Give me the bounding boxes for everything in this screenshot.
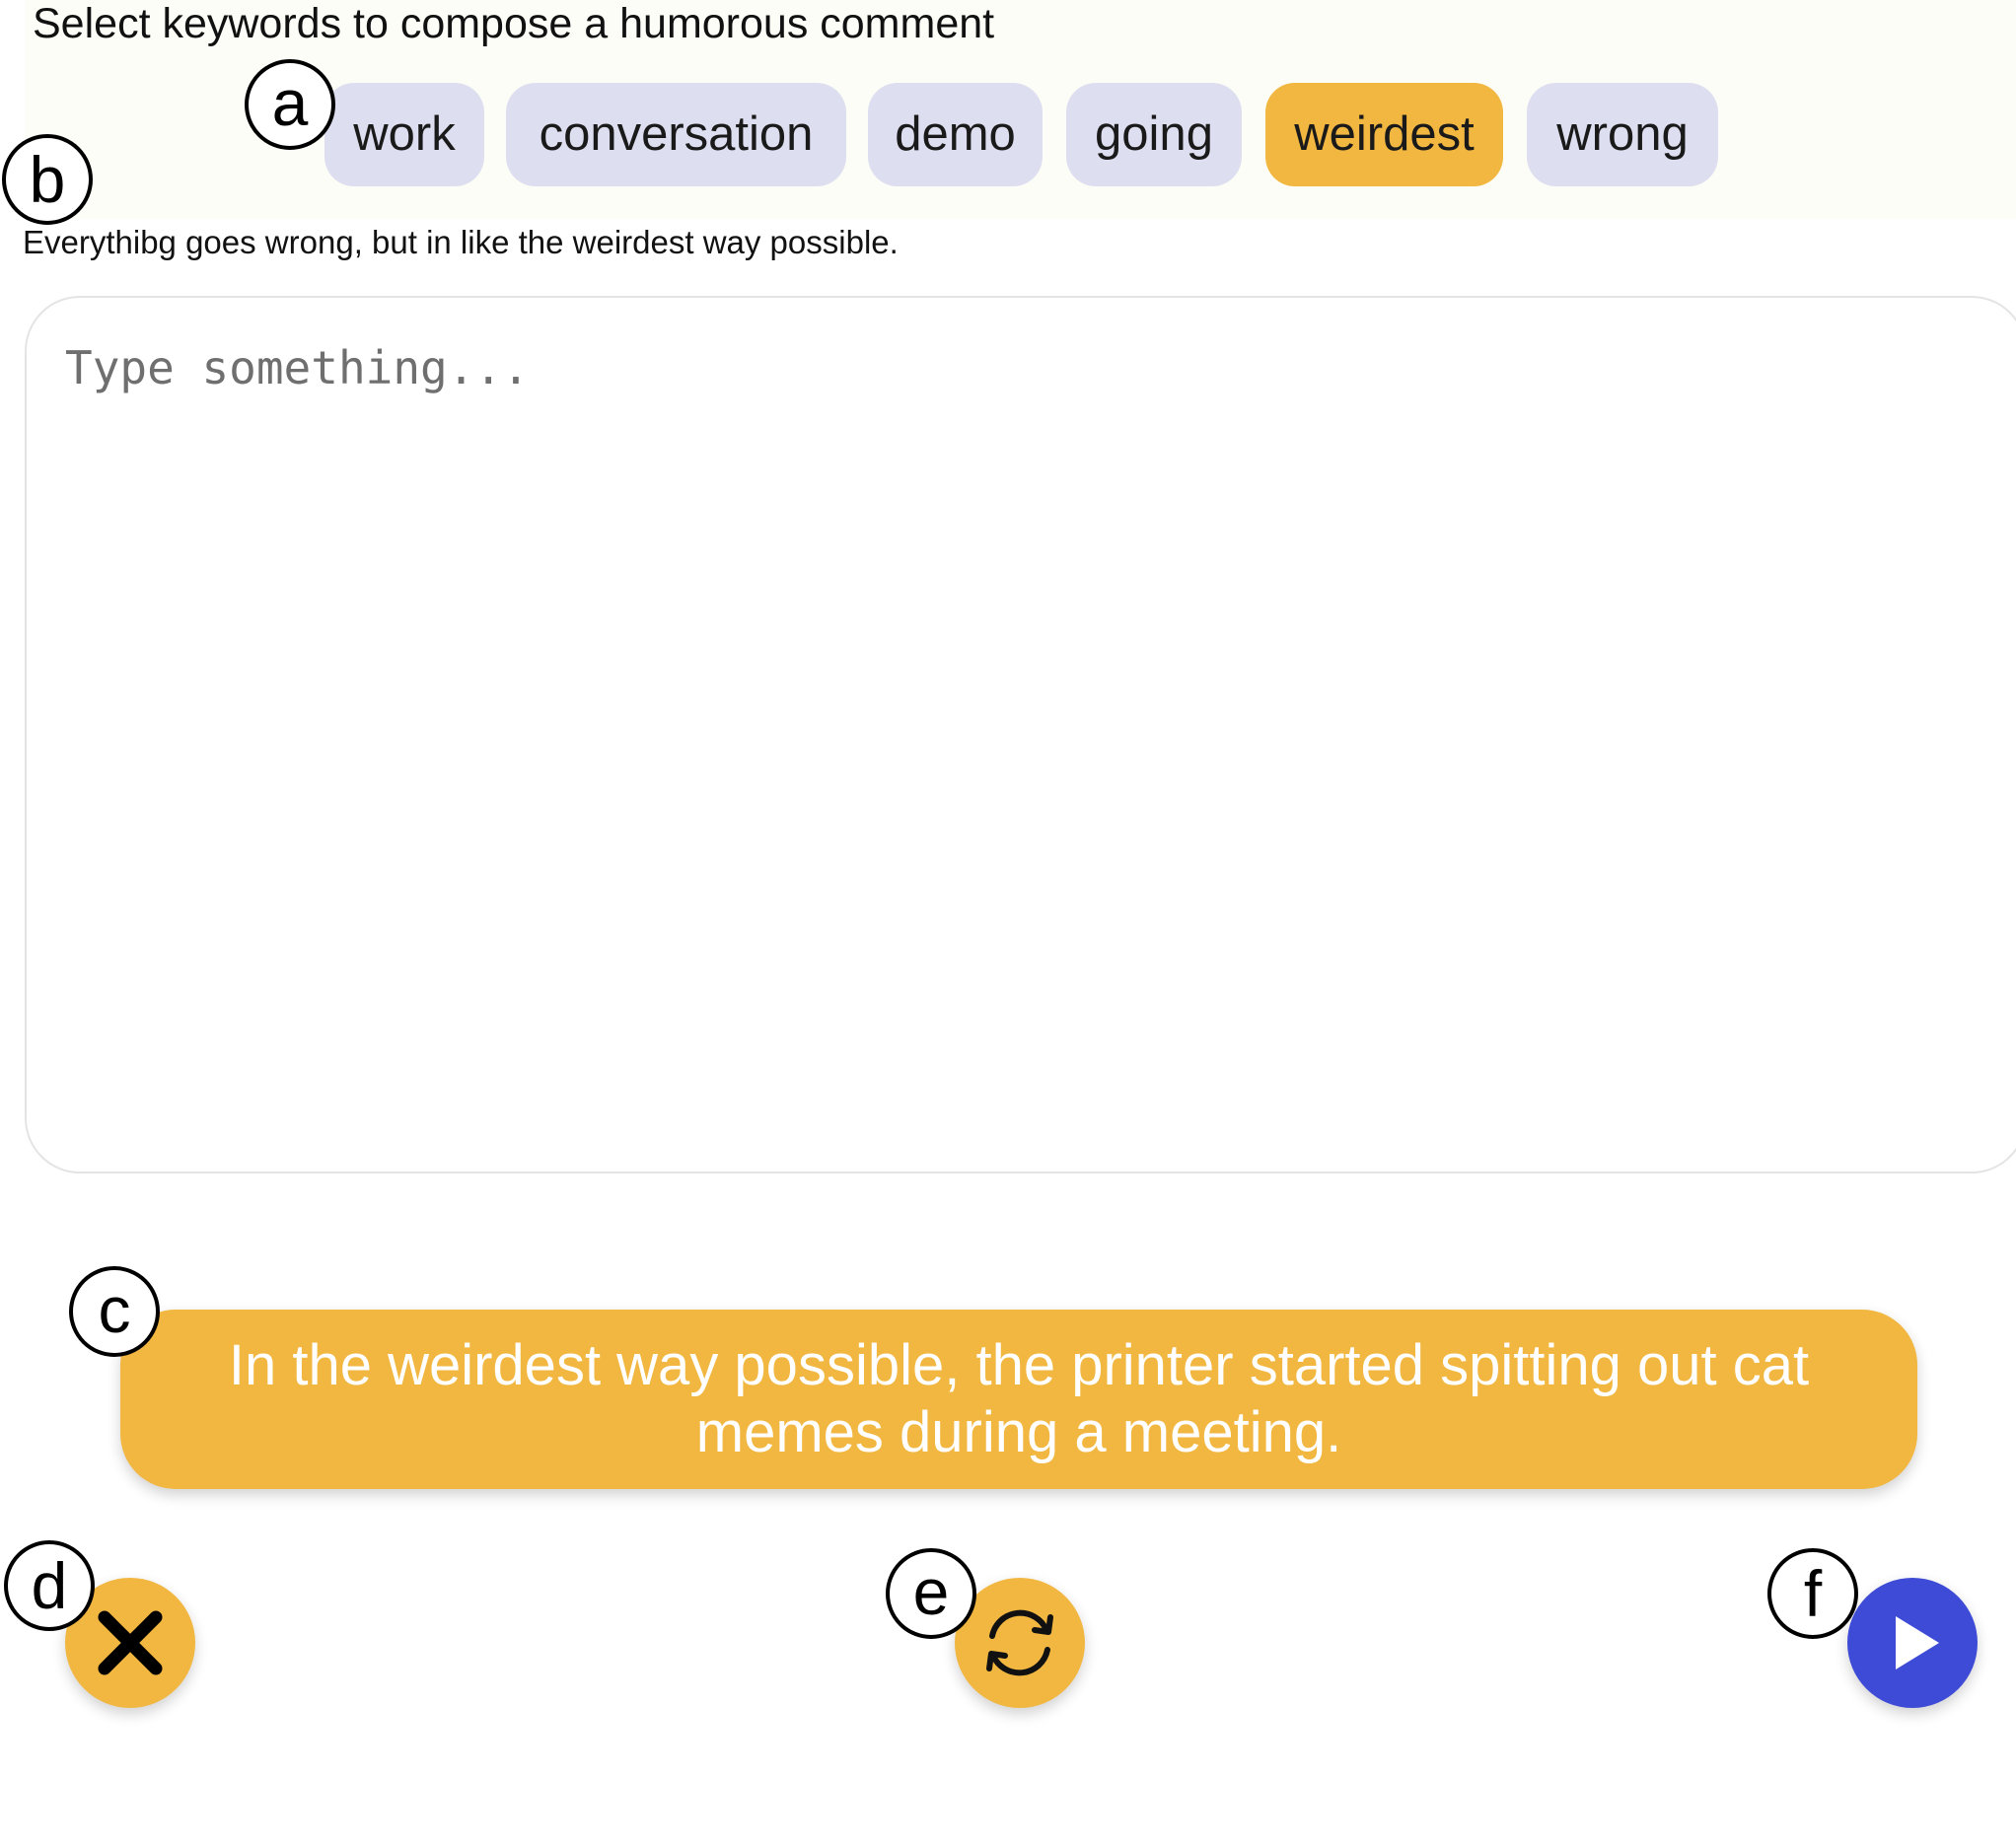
keyword-chip-wrong[interactable]: wrong <box>1527 83 1718 186</box>
send-button[interactable] <box>1847 1578 1978 1708</box>
context-text: Everythibg goes wrong, but in like the w… <box>23 224 899 260</box>
annotation-b: b <box>2 134 93 225</box>
panel-title: Select keywords to compose a humorous co… <box>33 0 995 47</box>
suggestion-bubble[interactable]: In the weirdest way possible, the printe… <box>120 1310 1917 1489</box>
keyword-chip-demo[interactable]: demo <box>868 83 1043 186</box>
keyword-chip-work[interactable]: work <box>324 83 484 186</box>
annotation-e: e <box>886 1548 976 1639</box>
keyword-chip-conversation[interactable]: conversation <box>506 83 846 186</box>
close-icon <box>93 1605 168 1680</box>
comment-textarea[interactable] <box>25 296 2016 1173</box>
comment-placeholder: Type something... <box>65 341 530 394</box>
keyword-chip-weirdest[interactable]: weirdest <box>1265 83 1503 186</box>
refresh-icon <box>977 1600 1062 1685</box>
keyword-chip-going[interactable]: going <box>1066 83 1242 186</box>
annotation-a: a <box>245 59 335 150</box>
suggestion-text: In the weirdest way possible, the printe… <box>228 1333 1810 1464</box>
annotation-c: c <box>69 1266 160 1357</box>
annotation-f: f <box>1767 1548 1858 1639</box>
play-icon <box>1878 1608 1947 1677</box>
annotation-d: d <box>4 1540 95 1631</box>
